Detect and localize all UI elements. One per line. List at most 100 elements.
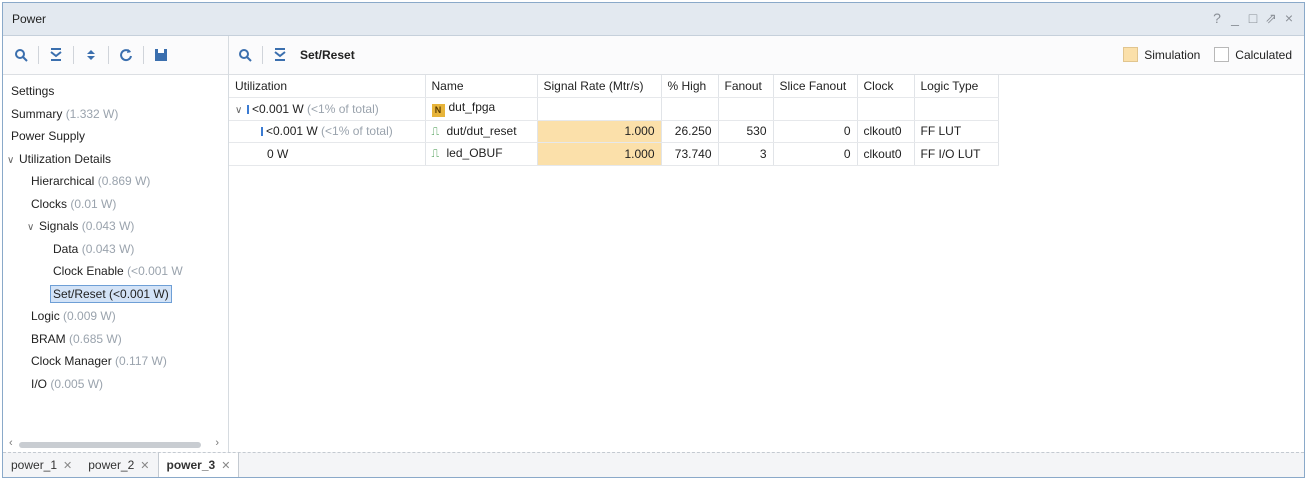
help-icon[interactable]: ? <box>1211 10 1223 27</box>
column-header-signal-rate[interactable]: Signal Rate (Mtr/s) <box>537 75 662 98</box>
tree-item-label: Clocks <box>31 196 68 211</box>
column-header-fanout[interactable]: Fanout <box>718 75 774 98</box>
fanout-cell <box>718 97 774 121</box>
name-cell: ⎍ dut/dut_reset <box>425 120 538 143</box>
chevron-down-icon[interactable]: ∨ <box>7 150 19 173</box>
refresh-icon[interactable] <box>116 45 136 65</box>
tree-item-signals[interactable]: ∨ Signals (0.043 W) <box>3 215 228 238</box>
chevron-down-icon[interactable]: ∨ <box>27 217 39 240</box>
tree-item-label: Set/Reset (<0.001 W) <box>50 284 172 303</box>
tree-item-clock-enable[interactable]: Clock Enable (<0.001 W <box>3 260 228 283</box>
tree-item-power-supply[interactable]: Power Supply <box>3 125 228 148</box>
collapse-all-icon[interactable] <box>270 45 290 65</box>
tree-item-value: (0.01 W) <box>70 196 117 211</box>
scrollbar-thumb[interactable] <box>19 442 201 448</box>
close-icon[interactable]: ✕ <box>221 459 230 472</box>
fanout-cell: 3 <box>718 142 774 166</box>
tree-item-utilization-details[interactable]: ∨ Utilization Details <box>3 148 228 171</box>
utilization-bar <box>261 127 263 137</box>
tab-power-2[interactable]: power_2 ✕ <box>80 453 157 477</box>
table-row[interactable]: <0.001 W (<1% of total) ⎍ dut/dut_reset 1… <box>229 120 999 143</box>
logic-type-cell: FF I/O LUT <box>914 142 999 166</box>
tree-item-set-reset[interactable]: Set/Reset (<0.001 W) <box>3 283 228 306</box>
expand-all-icon[interactable] <box>81 45 101 65</box>
column-header-clock[interactable]: Clock <box>857 75 915 98</box>
scroll-right-icon[interactable]: › <box>215 437 219 449</box>
toolbar-separator <box>73 46 74 64</box>
window-controls: ? _ □ ⇗ × <box>1211 10 1295 27</box>
legend: Simulation Calculated <box>1123 47 1292 62</box>
scroll-left-icon[interactable]: ‹ <box>9 437 13 449</box>
column-header-utilization[interactable]: Utilization <box>229 75 426 98</box>
utilization-percent: (<1% of total) <box>321 124 393 139</box>
tree-item-label: Power Supply <box>11 129 86 143</box>
close-icon[interactable]: ✕ <box>63 459 72 472</box>
utilization-percent: (<1% of total) <box>307 101 379 116</box>
column-header-name[interactable]: Name <box>425 75 538 98</box>
search-icon[interactable] <box>235 45 255 65</box>
close-icon[interactable]: × <box>1283 10 1295 27</box>
tree-item-data[interactable]: Data (0.043 W) <box>3 238 228 261</box>
chevron-down-icon[interactable]: ∨ <box>235 105 247 116</box>
table-row[interactable]: 0 W ⎍ led_OBUF 1.000 73.740 3 0 clkout0 F… <box>229 142 999 166</box>
table-row[interactable]: ∨ <0.001 W (<1% of total) Ndut_fpga <box>229 97 999 121</box>
tree-item-value: (0.009 W) <box>63 309 116 323</box>
pct-high-cell <box>661 97 719 121</box>
tree-item-clock-manager[interactable]: Clock Manager (0.117 W) <box>3 350 228 373</box>
tree-item-summary[interactable]: Summary (1.332 W) <box>3 103 228 126</box>
name-value: dut_fpga <box>448 100 496 115</box>
tree-item-bram[interactable]: BRAM (0.685 W) <box>3 328 228 351</box>
tree-item-hierarchical[interactable]: Hierarchical (0.869 W) <box>3 170 228 193</box>
pct-high-cell[interactable]: 73.740 <box>661 142 719 166</box>
toolbar-separator <box>38 46 39 64</box>
search-icon[interactable] <box>11 45 31 65</box>
tree-item-clocks[interactable]: Clocks (0.01 W) <box>3 193 228 216</box>
collapse-all-icon[interactable] <box>46 45 66 65</box>
module-icon: N <box>431 104 445 118</box>
utilization-cell: 0 W <box>229 142 426 166</box>
signal-rate-cell[interactable]: 1.000 <box>537 120 662 143</box>
tree-item-label: Clock Enable <box>53 264 124 278</box>
tree-item-label: Clock Manager <box>31 354 112 368</box>
tab-label: power_2 <box>88 458 135 472</box>
right-toolbar: Set/Reset Simulation Calculated <box>229 36 1304 75</box>
maximize-icon[interactable]: □ <box>1247 10 1259 27</box>
tree-item-label: Logic <box>31 309 60 323</box>
tab-power-1[interactable]: power_1 ✕ <box>3 453 80 477</box>
utilization-value: <0.001 W <box>252 101 304 116</box>
horizontal-scrollbar[interactable]: ‹ › <box>9 437 219 450</box>
tab-label: power_3 <box>166 458 216 472</box>
clock-cell: clkout0 <box>857 142 915 166</box>
tree-item-value: (0.117 W) <box>115 354 167 368</box>
slice-fanout-cell <box>773 97 858 121</box>
window-title: Power <box>12 12 47 26</box>
column-header-slice-fanout[interactable]: Slice Fanout <box>773 75 858 98</box>
tree-item-settings[interactable]: Settings <box>3 80 228 103</box>
close-icon[interactable]: ✕ <box>140 459 149 472</box>
toolbar-separator <box>143 46 144 64</box>
tree-item-label: BRAM <box>31 331 66 346</box>
signal-icon: ⎍ <box>431 125 440 138</box>
column-header-logic-type[interactable]: Logic Type <box>914 75 999 98</box>
table-header-row: Utilization Name Signal Rate (Mtr/s) % H… <box>229 75 999 98</box>
float-icon[interactable]: ⇗ <box>1265 10 1277 27</box>
signal-rate-cell[interactable]: 1.000 <box>537 142 662 166</box>
tree-item-label: Summary <box>11 106 63 121</box>
pct-high-cell[interactable]: 26.250 <box>661 120 719 143</box>
tree-item-value: (0.685 W) <box>69 331 122 346</box>
tab-label: power_1 <box>11 458 58 472</box>
toolbar-separator <box>108 46 109 64</box>
save-icon[interactable] <box>151 45 171 65</box>
signal-rate-cell <box>537 97 662 121</box>
toolbar-separator <box>262 46 263 64</box>
signals-table: Utilization Name Signal Rate (Mtr/s) % H… <box>229 75 999 166</box>
tree-item-label: Signals <box>39 219 79 233</box>
tree-item-value: (<0.001 W <box>127 264 183 278</box>
tab-power-3[interactable]: power_3 ✕ <box>157 453 240 477</box>
column-header-pct-high[interactable]: % High <box>661 75 719 98</box>
calculated-swatch <box>1214 47 1230 62</box>
name-cell: ⎍ led_OBUF <box>425 142 538 166</box>
minimize-icon[interactable]: _ <box>1229 10 1241 27</box>
tree-item-logic[interactable]: Logic (0.009 W) <box>3 305 228 328</box>
tree-item-io[interactable]: I/O (0.005 W) <box>3 373 228 396</box>
